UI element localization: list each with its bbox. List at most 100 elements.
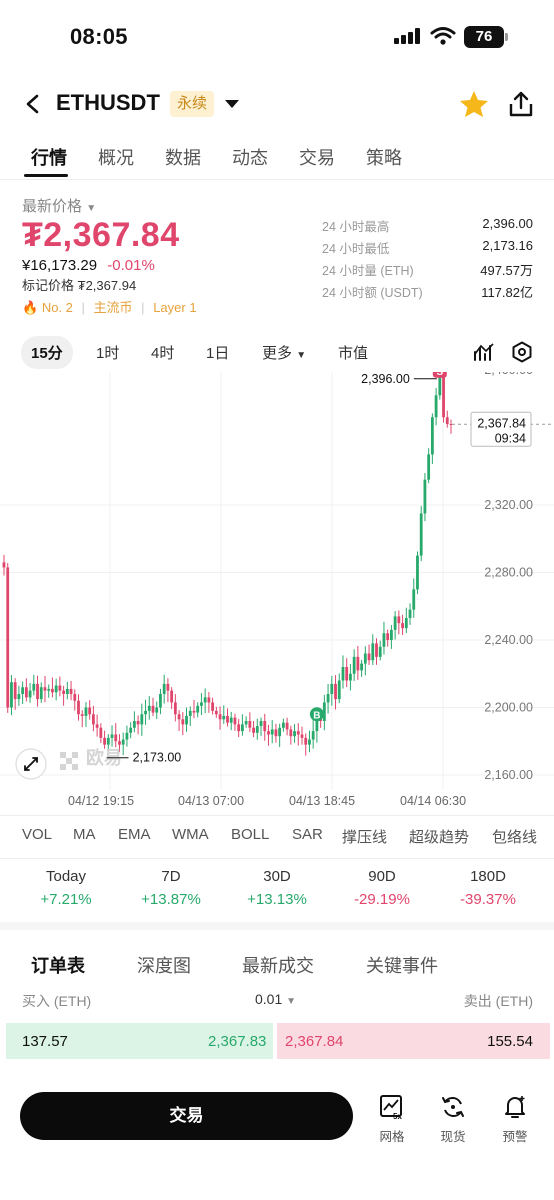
indicator-supertrend[interactable]: 超级趋势	[409, 826, 469, 847]
tab-data[interactable]: 数据	[165, 144, 201, 170]
candlestick-chart[interactable]: 2,400.00 2,320.00 2,280.00 2,240.00 2,200.00…	[0, 372, 554, 790]
tab-news[interactable]: 动态	[232, 144, 268, 170]
ask-price[interactable]: 2,367.84	[285, 1033, 343, 1050]
candle-body	[449, 424, 453, 425]
candle-body	[21, 687, 25, 694]
chart-indicator-icon[interactable]	[473, 342, 495, 362]
tab-orderbook[interactable]: 订单表	[31, 952, 85, 978]
perf-7d[interactable]: 7D +13.87%	[116, 868, 226, 908]
interval-15m[interactable]: 15分	[21, 336, 73, 369]
chart-settings-icon[interactable]	[511, 341, 533, 363]
candle-body	[285, 722, 289, 730]
perf-90d[interactable]: 90D -29.19%	[327, 868, 437, 908]
section-gap	[0, 922, 554, 930]
star-favorite-icon[interactable]	[459, 90, 489, 118]
y-tick-label: 2,320.00	[484, 498, 533, 512]
candle-body	[404, 618, 408, 629]
candle-body	[121, 739, 125, 745]
share-icon[interactable]	[508, 90, 534, 118]
tab-overview[interactable]: 概况	[98, 144, 134, 170]
alert-tool[interactable]: 预警	[495, 1094, 535, 1145]
interval-4h[interactable]: 4时	[151, 342, 174, 363]
status-time: 08:05	[70, 24, 128, 49]
tab-latest-trades[interactable]: 最新成交	[242, 952, 314, 978]
candle-body	[345, 667, 349, 681]
rank-tag[interactable]: No. 2	[42, 300, 73, 315]
candle-body	[155, 707, 159, 713]
indicator-support-resistance[interactable]: 撑压线	[342, 826, 387, 847]
candle-body	[200, 702, 203, 706]
current-price-value: 2,367.84	[477, 416, 526, 430]
candle-body	[356, 656, 360, 671]
tab-market[interactable]: 行情	[31, 144, 67, 170]
candle-body	[188, 710, 192, 716]
candle-body	[360, 663, 363, 671]
indicator-wma[interactable]: WMA	[172, 826, 209, 843]
candle-body	[185, 715, 188, 725]
candle-body	[274, 729, 278, 737]
interval-market-cap[interactable]: 市值	[338, 342, 368, 363]
candle-body	[173, 702, 177, 715]
perpetual-badge: 永续	[170, 91, 215, 117]
candle-body	[445, 417, 449, 424]
candle-body	[47, 688, 51, 691]
candle-body	[170, 690, 174, 703]
indicator-envelope[interactable]: 包络线	[492, 826, 537, 847]
stat-high-label: 24 小时最高	[322, 220, 390, 234]
tab-key-events[interactable]: 关键事件	[366, 952, 438, 978]
candle-body	[263, 721, 267, 732]
ask-quantity[interactable]: 155.54	[487, 1033, 533, 1050]
candle-body	[166, 683, 170, 691]
candle-body	[132, 721, 136, 728]
candle-body	[386, 633, 390, 640]
interval-more[interactable]: 更多 ▼	[262, 342, 306, 363]
spot-tool[interactable]: 现货	[433, 1094, 473, 1145]
indicator-vol[interactable]: VOL	[22, 826, 52, 843]
precision-selector[interactable]: 0.01 ▼	[255, 991, 296, 1007]
bid-price[interactable]: 2,367.83	[208, 1033, 266, 1050]
tab-depth-chart[interactable]: 深度图	[137, 952, 191, 978]
sell-marker-text: S	[436, 372, 443, 378]
indicator-ma[interactable]: MA	[73, 826, 96, 843]
indicator-sar[interactable]: SAR	[292, 826, 323, 843]
candle-body	[32, 683, 36, 691]
category-tag[interactable]: 主流币	[94, 300, 133, 315]
x-tick-label: 04/13 07:00	[178, 794, 245, 808]
back-arrow-icon[interactable]	[24, 94, 42, 114]
y-tick-label: 2,400.00	[484, 372, 533, 377]
chart-divider	[0, 815, 554, 816]
last-price-label[interactable]: 最新价格 ▼	[22, 195, 96, 216]
candle-body	[211, 702, 214, 711]
candle-countdown: 09:34	[495, 431, 526, 445]
symbol-dropdown-icon[interactable]	[224, 99, 240, 109]
perf-30d[interactable]: 30D +13.13%	[222, 868, 332, 908]
perf-today[interactable]: Today +7.21%	[11, 868, 121, 908]
candle-body	[140, 714, 144, 725]
indicator-ema[interactable]: EMA	[118, 826, 151, 843]
tab-trade[interactable]: 交易	[299, 144, 335, 170]
perf-180d[interactable]: 180D -39.37%	[433, 868, 543, 908]
bid-quantity[interactable]: 137.57	[22, 1033, 68, 1050]
candle-body	[349, 673, 352, 681]
spot-swap-icon	[442, 1097, 464, 1117]
trade-button[interactable]: 交易	[20, 1092, 353, 1140]
candle-body	[427, 454, 431, 480]
y-tick-label: 2,160.00	[484, 768, 533, 782]
candle-body	[136, 721, 140, 725]
interval-1h[interactable]: 1时	[96, 342, 119, 363]
symbol-title[interactable]: ETHUSDT	[56, 90, 160, 116]
interval-1d[interactable]: 1日	[206, 342, 229, 363]
wifi-icon	[430, 27, 456, 45]
tab-strategy[interactable]: 策略	[366, 144, 402, 170]
fullscreen-icon[interactable]	[15, 748, 47, 780]
price-change: -0.01%	[107, 257, 155, 274]
grid-trading-icon: 5x	[380, 1095, 402, 1120]
high-price-label: 2,396.00	[361, 372, 410, 386]
stat-turnover-label: 24 小时额 (USDT)	[322, 286, 423, 300]
interval-selector: 15分 1时 4时 1日 更多 ▼ 市值	[0, 336, 554, 369]
candle-body	[390, 629, 393, 640]
grid-tool[interactable]: 5x 网格	[372, 1094, 412, 1145]
indicator-boll[interactable]: BOLL	[231, 826, 269, 843]
layer-tag[interactable]: Layer 1	[153, 300, 196, 315]
candle-body	[43, 687, 47, 691]
